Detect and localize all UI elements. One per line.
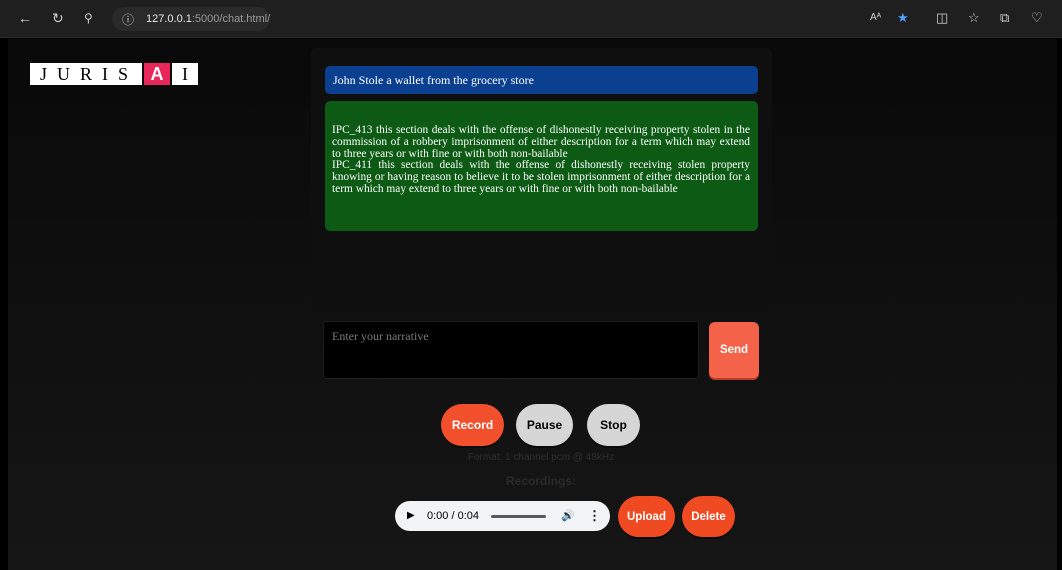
narrative-input[interactable] [323,321,699,379]
favorite-star-icon[interactable]: ★ [897,10,909,26]
info-icon[interactable]: ⓘ [122,11,134,28]
bot-message-line: IPC_411 this section deals with the offe… [332,159,750,195]
logo-end: I [172,63,198,85]
audio-progress-track[interactable] [491,515,546,518]
browser-toolbar: ← ↻ ⚲ ⓘ 127.0.0.1:5000/chat.html/ Aᴬ ★ ◫… [0,0,1062,38]
url-host: 127.0.0.1 [146,13,192,25]
address-text[interactable]: 127.0.0.1:5000/chat.html/ [146,13,270,25]
play-icon[interactable]: ▶ [407,510,415,521]
collections-icon[interactable]: ⧉ [1000,10,1009,26]
audio-time: 0:00 / 0:04 [427,510,479,522]
jurisai-logo: JURIS A I [30,63,198,85]
send-button[interactable]: Send [709,322,759,378]
stop-button[interactable]: Stop [587,404,640,446]
favorites-icon[interactable]: ☆ [968,10,980,26]
bot-message: IPC_413 this section deals with the offe… [325,101,758,231]
bot-message-line: IPC_413 this section deals with the offe… [332,124,750,160]
format-text: Format: 1 channel pcm @ 48kHz [467,452,615,463]
record-button[interactable]: Record [441,404,504,446]
search-icon[interactable]: ⚲ [84,11,93,25]
split-screen-icon[interactable]: ◫ [936,10,948,26]
recordings-label: Recordings: [505,474,576,488]
user-message: John Stole a wallet from the grocery sto… [325,66,758,94]
extension-icon[interactable]: ♡ [1031,10,1043,26]
audio-player[interactable]: ▶ 0:00 / 0:04 🔊 ⋮ [395,501,610,531]
logo-accent: A [144,63,170,85]
delete-button[interactable]: Delete [682,496,735,537]
volume-icon[interactable]: 🔊 [561,509,575,522]
read-aloud-icon[interactable]: Aᴬ [870,12,881,23]
logo-text: JURIS [30,63,142,85]
upload-button[interactable]: Upload [618,496,675,537]
more-options-icon[interactable]: ⋮ [588,508,601,524]
url-path: :5000/chat.html/ [191,13,271,25]
back-icon[interactable]: ← [18,10,32,26]
refresh-icon[interactable]: ↻ [52,10,64,27]
pause-button[interactable]: Pause [516,404,573,446]
